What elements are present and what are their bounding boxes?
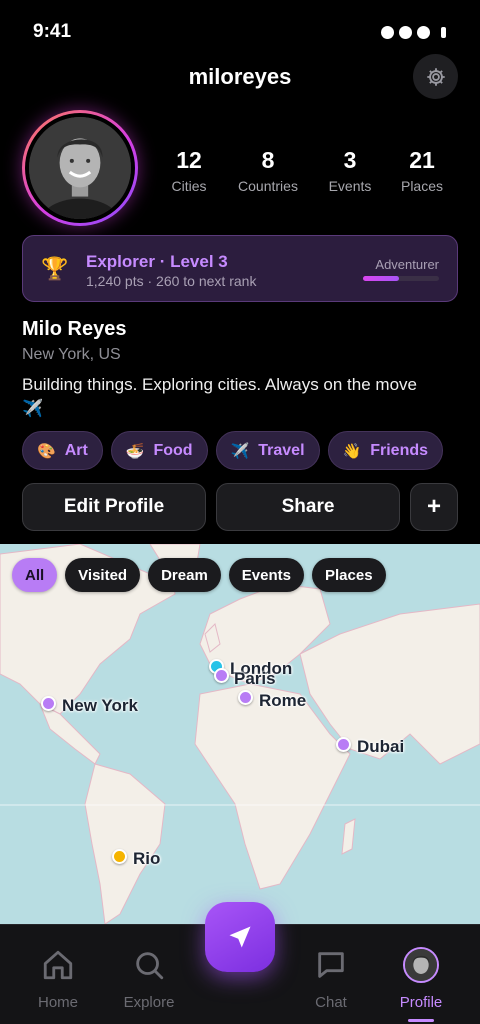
stat-countries[interactable]: 8 Countries bbox=[223, 147, 313, 194]
profile-location: New York, US bbox=[22, 346, 121, 363]
status-time: 9:41 bbox=[33, 21, 72, 42]
filter-all[interactable]: All bbox=[12, 558, 58, 592]
rank-progress-bar bbox=[363, 276, 439, 281]
filter-visited[interactable]: Visited bbox=[65, 558, 141, 592]
navigation-arrow-icon bbox=[229, 926, 251, 948]
tab-label: Chat bbox=[315, 994, 347, 1011]
action-buttons: Edit Profile Share + bbox=[22, 483, 458, 531]
interest-chips: 🎨 Art 🍜 Food ✈️ Travel 👋 Friends bbox=[22, 431, 444, 470]
settings-button[interactable] bbox=[413, 54, 458, 99]
search-icon bbox=[136, 952, 164, 980]
profile-name: Milo Reyes bbox=[22, 318, 127, 340]
avatar bbox=[403, 947, 439, 983]
stat-cities[interactable]: 12 Cities bbox=[144, 147, 234, 194]
stat-value: 21 bbox=[409, 147, 435, 173]
navigate-fab-button[interactable] bbox=[205, 902, 275, 972]
rank-card[interactable]: 🏆 Explorer · Level 3 1,240 pts · 260 to … bbox=[22, 235, 458, 302]
edit-profile-button[interactable]: Edit Profile bbox=[22, 483, 206, 531]
chip-art[interactable]: 🎨 Art bbox=[22, 431, 103, 470]
map-pin-rio[interactable] bbox=[112, 849, 127, 864]
profile-bio: Building things. Exploring cities. Alway… bbox=[22, 375, 417, 418]
chip-label: Art bbox=[64, 441, 88, 459]
rank-points: 1,240 pts · 260 to next rank bbox=[86, 273, 257, 289]
pin-label-rio: Rio bbox=[133, 849, 161, 868]
trophy-icon: 🏆 bbox=[41, 256, 69, 281]
profile-avatar[interactable] bbox=[22, 110, 138, 226]
map-filters: All Visited Dream Events Places bbox=[12, 558, 386, 592]
pin-label-dubai: Dubai bbox=[357, 737, 405, 756]
stat-label: Places bbox=[400, 178, 444, 194]
profile-header: miloreyes bbox=[0, 52, 480, 100]
chip-friends[interactable]: 👋 Friends bbox=[327, 431, 444, 470]
page-title: miloreyes bbox=[188, 64, 292, 89]
active-tab-indicator bbox=[408, 1019, 434, 1022]
chip-label: Food bbox=[153, 441, 193, 459]
palette-icon: 🎨 bbox=[37, 442, 56, 460]
stats-row: 12 Cities 8 Countries 3 Events 21 Places bbox=[155, 147, 460, 197]
tab-label: Explore bbox=[123, 994, 175, 1011]
map-pin-dubai[interactable] bbox=[336, 737, 351, 752]
tab-chat[interactable]: Chat bbox=[286, 945, 376, 1011]
share-button[interactable]: Share bbox=[216, 483, 400, 531]
stat-places[interactable]: 21 Places bbox=[377, 147, 467, 194]
tab-explore[interactable]: Explore bbox=[104, 945, 194, 1011]
waving-hand-icon: 👋 bbox=[342, 442, 362, 460]
map-pin-rome[interactable] bbox=[238, 690, 253, 705]
rank-progress-fill bbox=[363, 276, 400, 281]
noodle-bowl-icon: 🍜 bbox=[125, 442, 145, 460]
filter-dream[interactable]: Dream bbox=[148, 558, 221, 592]
stat-label: Cities bbox=[171, 178, 207, 194]
more-button[interactable]: + bbox=[410, 483, 458, 531]
filter-events[interactable]: Events bbox=[228, 558, 304, 592]
chat-icon bbox=[318, 952, 344, 978]
chip-label: Travel bbox=[258, 441, 305, 459]
filter-places[interactable]: Places bbox=[312, 558, 386, 592]
travel-map[interactable]: All Visited Dream Events Places London P… bbox=[0, 544, 480, 924]
tab-label: Profile bbox=[399, 994, 443, 1011]
stat-value: 8 bbox=[261, 147, 275, 173]
rank-title: Explorer · Level 3 bbox=[86, 252, 228, 271]
tab-profile[interactable]: Profile bbox=[376, 945, 466, 1022]
next-rank-label: Adventurer bbox=[375, 257, 439, 272]
world-map bbox=[0, 544, 480, 924]
chip-label: Friends bbox=[370, 441, 429, 459]
map-pin-paris[interactable] bbox=[214, 668, 229, 683]
signal-icon bbox=[381, 26, 446, 39]
chip-food[interactable]: 🍜 Food bbox=[110, 431, 208, 470]
pin-label-new-york: New York bbox=[62, 696, 138, 715]
status-bar: 9:41 bbox=[0, 0, 480, 60]
stat-label: Countries bbox=[238, 178, 298, 194]
chip-travel[interactable]: ✈️ Travel bbox=[215, 431, 320, 470]
gear-icon bbox=[426, 67, 445, 86]
airplane-icon: ✈️ bbox=[230, 442, 250, 460]
stat-value: 12 bbox=[176, 147, 202, 173]
pin-label-rome: Rome bbox=[259, 691, 307, 710]
battery-icon bbox=[441, 27, 446, 38]
avatar bbox=[29, 117, 131, 219]
home-icon bbox=[43, 950, 73, 980]
map-pin-new-york[interactable] bbox=[41, 696, 56, 711]
tab-label: Home bbox=[37, 994, 78, 1011]
tab-home[interactable]: Home bbox=[13, 945, 103, 1011]
pin-label-paris: Paris bbox=[234, 669, 276, 688]
